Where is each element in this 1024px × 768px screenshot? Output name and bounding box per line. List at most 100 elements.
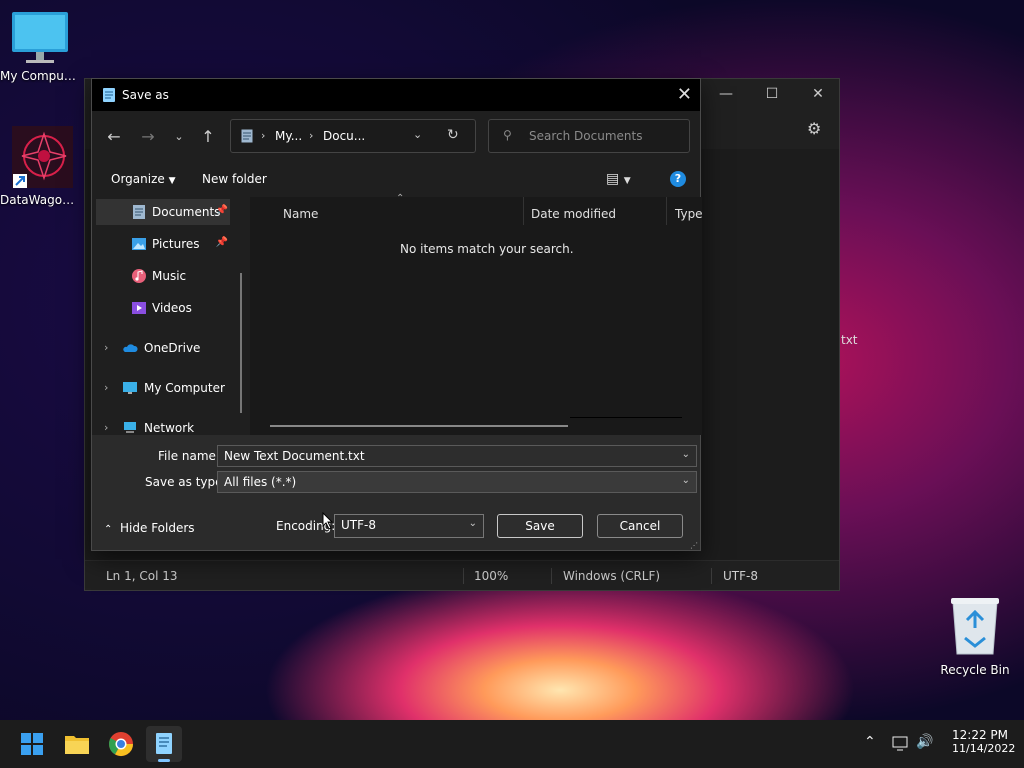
- breadcrumb-item-my[interactable]: My...: [275, 129, 302, 143]
- file-explorer-icon[interactable]: [59, 726, 95, 762]
- status-line-ending: Windows (CRLF): [563, 569, 661, 583]
- nav-item-my-computer[interactable]: › My Computer: [96, 375, 230, 401]
- documents-icon: [133, 205, 145, 219]
- breadcrumb-separator-icon: ›: [261, 129, 266, 142]
- resize-grip-icon[interactable]: ⋰: [690, 541, 698, 550]
- pin-icon: 📌: [215, 237, 228, 248]
- back-arrow-icon[interactable]: ←: [101, 125, 127, 149]
- network-icon: [124, 422, 136, 433]
- column-header-type[interactable]: Type: [675, 207, 703, 221]
- expand-chevron-icon[interactable]: ›: [104, 341, 108, 354]
- clock[interactable]: 12:22 PM 11/14/2022: [952, 728, 1016, 755]
- dialog-title: Save as: [122, 88, 169, 102]
- nav-item-onedrive[interactable]: › OneDrive: [96, 335, 230, 361]
- refresh-icon[interactable]: ↻: [447, 127, 459, 143]
- view-options-icon[interactable]: ▤ ▼: [606, 171, 631, 187]
- encoding-select[interactable]: UTF-8 ⌄: [334, 514, 484, 538]
- status-cursor-position: Ln 1, Col 13: [106, 569, 178, 583]
- notepad-icon: [156, 733, 172, 754]
- sort-up-chevron-icon: ⌃: [396, 193, 405, 204]
- cancel-button[interactable]: Cancel: [597, 514, 683, 538]
- status-zoom: 100%: [474, 569, 509, 583]
- file-name-label: File name:: [158, 449, 220, 463]
- expand-chevron-icon[interactable]: ›: [104, 421, 108, 434]
- maximize-icon[interactable]: ☐: [749, 79, 795, 109]
- notepad-taskbar-button[interactable]: [146, 726, 182, 762]
- address-bar[interactable]: › My... › Docu... ⌄ ↻: [230, 119, 476, 153]
- volume-icon[interactable]: 🔊: [916, 734, 933, 750]
- search-icon: ⚲: [503, 128, 512, 142]
- chevron-up-icon: ⌃: [104, 524, 113, 535]
- horizontal-scrollbar[interactable]: [270, 425, 568, 427]
- column-header-name[interactable]: Name: [283, 207, 318, 221]
- pictures-icon: [132, 238, 146, 250]
- desktop-icon-label: DataWagon...: [0, 193, 80, 207]
- file-name-dropdown-chevron-icon[interactable]: ⌄: [682, 449, 690, 460]
- dialog-bottom-panel: File name: New Text Document.txt ⌄ Save …: [92, 435, 700, 550]
- desktop-icon-label: Recycle Bin: [940, 663, 1010, 677]
- save-as-type-select[interactable]: All files (*.*) ⌄: [217, 471, 697, 493]
- pin-icon: 📌: [215, 205, 228, 216]
- encoding-dropdown-chevron-icon[interactable]: ⌄: [469, 518, 477, 529]
- desktop-icon-datawagon[interactable]: DataWagon...: [0, 124, 80, 207]
- empty-message: No items match your search.: [400, 242, 574, 256]
- clock-date: 11/14/2022: [952, 742, 1016, 755]
- search-placeholder: Search Documents: [529, 129, 643, 143]
- notepad-icon: [103, 88, 115, 102]
- chrome-browser-icon[interactable]: [103, 726, 139, 762]
- minimize-icon[interactable]: —: [703, 79, 749, 109]
- taskbar: ⌃ 🔊 12:22 PM 11/14/2022: [0, 720, 1024, 768]
- nav-item-network[interactable]: › Network: [96, 415, 230, 435]
- dialog-close-icon[interactable]: ✕: [677, 84, 692, 105]
- mouse-cursor-icon: [322, 512, 334, 530]
- recycle-bin-icon: [951, 598, 999, 655]
- status-encoding: UTF-8: [723, 569, 758, 583]
- clock-time: 12:22 PM: [952, 728, 1008, 742]
- settings-gear-icon[interactable]: ⚙: [807, 119, 821, 138]
- nav-item-music[interactable]: Music: [96, 263, 230, 289]
- show-hidden-icons-chevron-icon[interactable]: ⌃: [864, 734, 876, 750]
- onedrive-cloud-icon: [123, 344, 138, 352]
- videos-icon: [132, 302, 146, 314]
- file-list-pane[interactable]: ⌃ Name Date modified Type No items match…: [250, 193, 703, 435]
- network-status-icon[interactable]: [892, 736, 910, 752]
- desktop-icon-my-computer[interactable]: My Computer: [0, 10, 80, 83]
- save-as-dialog: Save as ✕ ← → ⌄ ↑ › My... › Docu... ⌄ ↻ …: [91, 78, 703, 551]
- expand-chevron-icon[interactable]: ›: [104, 381, 108, 394]
- dialog-titlebar: Save as ✕: [92, 79, 700, 111]
- column-header-date-modified[interactable]: Date modified: [531, 207, 616, 221]
- nav-scrollbar[interactable]: [240, 273, 242, 413]
- notepad-statusbar: Ln 1, Col 13 100% Windows (CRLF) UTF-8: [85, 560, 839, 590]
- partial-desktop-text: txt: [841, 333, 858, 347]
- nav-item-documents[interactable]: Documents 📌: [96, 199, 230, 225]
- hide-folders-button[interactable]: ⌃ Hide Folders: [104, 521, 195, 535]
- monitor-icon: [12, 12, 68, 63]
- up-arrow-icon[interactable]: ↑: [195, 125, 221, 149]
- scrollbar-track: [570, 417, 682, 418]
- save-button[interactable]: Save: [497, 514, 583, 538]
- save-as-type-label: Save as type:: [145, 475, 227, 489]
- datawagon-app-icon: [12, 126, 74, 188]
- navigation-pane: Documents 📌 Pictures 📌 Music Videos › On…: [92, 197, 248, 435]
- forward-arrow-icon[interactable]: →: [135, 125, 161, 149]
- computer-icon: [123, 382, 137, 394]
- desktop-icon-recycle-bin[interactable]: Recycle Bin: [935, 594, 1015, 677]
- windows-start-icon[interactable]: [14, 726, 50, 762]
- help-icon[interactable]: ?: [670, 171, 686, 187]
- active-app-indicator: [158, 759, 170, 762]
- breadcrumb-item-docu[interactable]: Docu...: [323, 129, 365, 143]
- music-icon: [132, 269, 146, 283]
- nav-item-videos[interactable]: Videos: [96, 295, 230, 321]
- breadcrumb-separator-icon: ›: [309, 129, 314, 142]
- recent-locations-chevron-icon[interactable]: ⌄: [166, 125, 192, 149]
- nav-item-pictures[interactable]: Pictures 📌: [96, 231, 230, 257]
- documents-folder-icon: [241, 129, 253, 143]
- close-icon[interactable]: ✕: [795, 79, 841, 109]
- search-box[interactable]: ⚲ Search Documents: [488, 119, 690, 153]
- organize-button[interactable]: Organize ▼: [111, 172, 176, 186]
- new-folder-button[interactable]: New folder: [202, 172, 267, 186]
- address-dropdown-chevron-icon[interactable]: ⌄: [413, 128, 422, 141]
- file-name-input[interactable]: New Text Document.txt ⌄: [217, 445, 697, 467]
- desktop-icon-label: My Computer: [0, 69, 80, 83]
- save-type-dropdown-chevron-icon[interactable]: ⌄: [682, 475, 690, 486]
